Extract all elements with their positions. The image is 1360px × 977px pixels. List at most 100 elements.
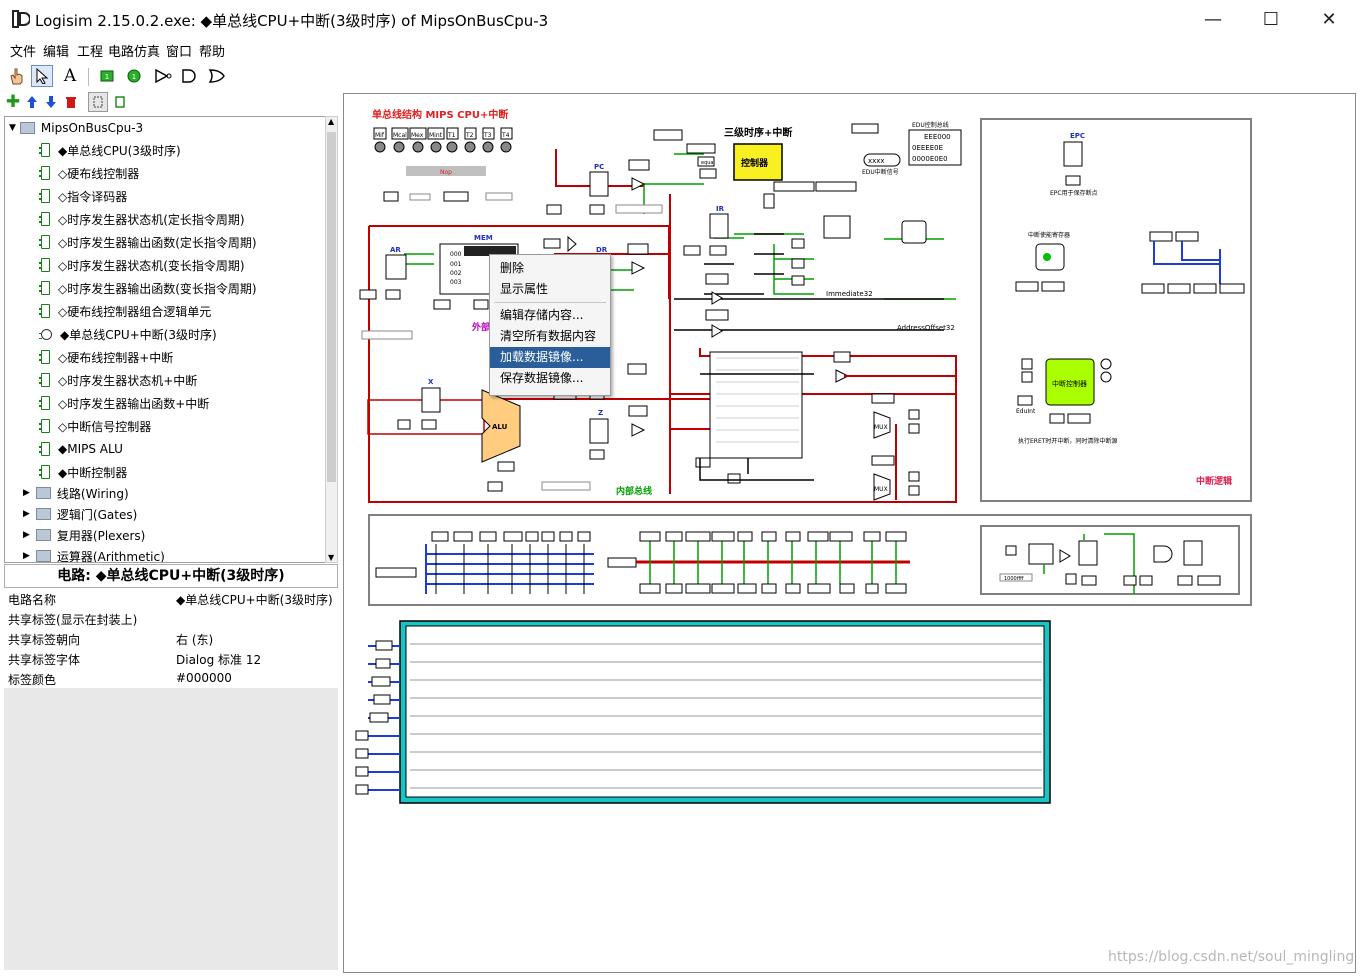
epc-register[interactable]: [1063, 141, 1083, 167]
close-button[interactable]: ✕: [1300, 0, 1358, 38]
property-value[interactable]: 右 (东): [176, 631, 213, 648]
tree-item[interactable]: ◆中断控制器: [39, 461, 127, 483]
property-key: 共享标签朝向: [8, 633, 81, 647]
property-row[interactable]: 共享标签(显示在封装上): [4, 608, 338, 628]
pc-register[interactable]: [589, 171, 609, 197]
title-bar: Logisim 2.15.0.2.exe: ◆单总线CPU+中断(3级时序) o…: [0, 0, 1360, 38]
tree-item[interactable]: ◇中断信号控制器: [39, 415, 152, 437]
expand-toggle-icon[interactable]: ▶: [23, 551, 30, 561]
property-row[interactable]: 共享标签字体 Dialog 标准 12: [4, 648, 338, 668]
move-down-icon[interactable]: [41, 92, 61, 112]
ir-register[interactable]: [709, 213, 729, 239]
property-row[interactable]: 共享标签朝向 右 (东): [4, 628, 338, 648]
delete-circuit-icon[interactable]: [61, 92, 81, 112]
menu-help[interactable]: 帮助: [199, 41, 225, 60]
menu-window[interactable]: 窗口: [166, 41, 192, 60]
tree-item[interactable]: ◇硬布线控制器+中断: [39, 346, 174, 368]
signal-pins-top[interactable]: Mif Mcal Mex Mint T1 T2 T3 T4: [373, 127, 513, 153]
expand-toggle-icon[interactable]: ▶: [23, 509, 30, 519]
tree-item[interactable]: ◇时序发生器状态机(变长指令周期): [39, 254, 245, 276]
menu-edit-contents[interactable]: 编辑存储内容...: [490, 305, 610, 326]
expand-toggle-icon[interactable]: ▶: [23, 488, 30, 498]
library-arithmetic[interactable]: ▶ 运算器(Arithmetic): [23, 545, 165, 563]
circuit-icon: [39, 143, 50, 157]
ar-register[interactable]: [385, 254, 407, 280]
menu-show-attributes[interactable]: 显示属性: [490, 279, 610, 300]
collapse-toggle-icon[interactable]: ▼: [9, 123, 16, 133]
tree-item[interactable]: ◇硬布线控制器组合逻辑单元: [39, 300, 212, 322]
menu-clear-contents[interactable]: 清空所有数据内容: [490, 326, 610, 347]
tree-item[interactable]: ◆单总线CPU+中断(3级时序): [39, 323, 217, 345]
property-value[interactable]: Dialog 标准 12: [176, 651, 261, 668]
tree-item[interactable]: ◇时序发生器状态机+中断: [39, 369, 197, 391]
tree-item[interactable]: ◆MIPS ALU: [39, 438, 123, 460]
output-pin-tool-icon[interactable]: 1: [124, 66, 144, 86]
tree-item[interactable]: ◇硬布线控制器: [39, 162, 139, 184]
tree-item[interactable]: ◇时序发生器输出函数(变长指令周期): [39, 277, 257, 299]
menu-separator: [494, 302, 606, 303]
library-label: 运算器(Arithmetic): [56, 549, 165, 563]
property-value[interactable]: ◆单总线CPU+中断(3级时序): [176, 591, 333, 608]
svg-text:000: 000: [450, 251, 462, 258]
maximize-button[interactable]: ☐: [1242, 0, 1300, 38]
tree-item[interactable]: ◇时序发生器输出函数+中断: [39, 392, 209, 414]
move-up-icon[interactable]: [22, 92, 42, 112]
menu-load-image[interactable]: 加载数据镜像...: [490, 347, 610, 368]
input-pin-tool-icon[interactable]: 1: [97, 66, 117, 86]
tree-item[interactable]: ◇时序发生器输出函数(定长指令周期): [39, 231, 257, 253]
tree-root-label: MipsOnBusCpu-3: [40, 121, 144, 135]
tree-item[interactable]: ◆单总线CPU(3级时序): [39, 139, 181, 161]
menu-save-image[interactable]: 保存数据镜像...: [490, 368, 610, 389]
svg-text:Mex: Mex: [411, 132, 424, 139]
add-circuit-icon[interactable]: ✚: [3, 92, 23, 112]
property-row[interactable]: 标签颜色 #000000: [4, 668, 338, 688]
menu-project[interactable]: 工程: [77, 41, 103, 60]
menu-file[interactable]: 文件: [10, 41, 36, 60]
scrollbar-thumb[interactable]: [327, 132, 336, 482]
interrupt-controller-label: 中断控制器: [1052, 379, 1087, 388]
menu-delete[interactable]: 删除: [490, 258, 610, 279]
menu-edit[interactable]: 编辑: [43, 41, 69, 60]
property-value[interactable]: #000000: [176, 671, 232, 685]
tree-item-label: ◇硬布线控制器组合逻辑单元: [58, 304, 212, 319]
circuit-canvas[interactable]: 单总线结构 MIPS CPU+中断 三级时序+中断 Mif Mcal Mex Mint…: [343, 93, 1356, 973]
tree-item[interactable]: ◇时序发生器状态机(定长指令周期): [39, 208, 245, 230]
library-wiring[interactable]: ▶ 线路(Wiring): [23, 482, 129, 504]
z-register[interactable]: [589, 418, 609, 444]
tree-root[interactable]: ▼ MipsOnBusCpu-3: [9, 117, 143, 139]
not-gate-tool-icon[interactable]: [153, 66, 173, 86]
edu-value: EEE000: [924, 133, 951, 141]
or-gate-tool-icon[interactable]: [207, 66, 227, 86]
property-row[interactable]: 电路名称 ◆单总线CPU+中断(3级时序): [4, 588, 338, 608]
tree-item-label: ◇时序发生器输出函数(定长指令周期): [58, 235, 257, 250]
menu-simulate[interactable]: 电路仿真: [108, 41, 160, 60]
select-arrow-tool-icon[interactable]: [31, 65, 53, 87]
library-plexers[interactable]: ▶ 复用器(Plexers): [23, 524, 145, 546]
menu-bar: 文件 编辑 工程 电路仿真 窗口 帮助: [0, 38, 1360, 60]
text-tool-icon[interactable]: A: [60, 66, 80, 86]
properties-header: 电路: ◆单总线CPU+中断(3级时序): [4, 564, 338, 588]
edu-int-label: EduInt: [1016, 408, 1036, 415]
appearance-view-icon[interactable]: [110, 92, 130, 112]
layout-view-icon[interactable]: [88, 92, 108, 112]
and-gate-tool-icon[interactable]: [180, 66, 200, 86]
circuit-icon: [39, 465, 50, 479]
external-bus-label: 外部: [471, 321, 490, 333]
scroll-down-icon[interactable]: ▼: [328, 553, 334, 562]
cpu-main-region: 单总线结构 MIPS CPU+中断 三级时序+中断 Mif Mcal Mex Mint…: [359, 108, 962, 503]
tree-scrollbar[interactable]: ▲ ▼: [325, 116, 338, 563]
circuit-icon: [39, 442, 50, 456]
expand-toggle-icon[interactable]: ▶: [23, 530, 30, 540]
x-register[interactable]: [421, 387, 441, 413]
property-key: 标签颜色: [8, 673, 57, 687]
folder-icon: [35, 529, 51, 541]
tree-item[interactable]: ◇指令译码器: [39, 185, 127, 207]
minimize-button[interactable]: —: [1184, 0, 1242, 38]
timing-generator-block[interactable]: [355, 620, 1051, 804]
scroll-up-icon[interactable]: ▲: [328, 117, 334, 126]
library-gates[interactable]: ▶ 逻辑门(Gates): [23, 503, 137, 525]
tree-item-label: ◇硬布线控制器+中断: [58, 350, 174, 365]
hand-poke-tool-icon[interactable]: [6, 66, 26, 86]
tree-item-label: ◇中断信号控制器: [58, 419, 152, 434]
property-key: 共享标签(显示在封装上): [8, 613, 138, 627]
